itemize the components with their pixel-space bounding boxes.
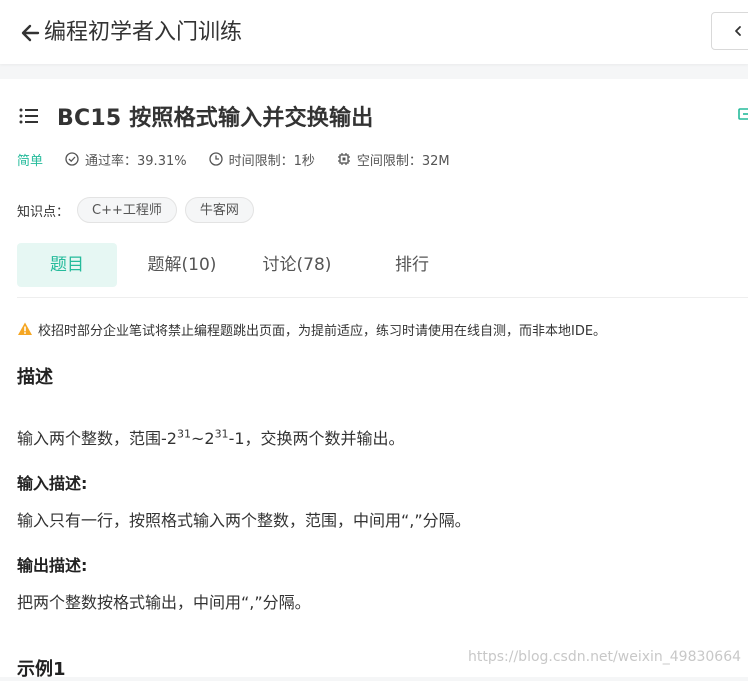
input-desc-title: 输入描述: — [17, 474, 88, 493]
tab-problem[interactable]: 题目 — [17, 243, 117, 287]
check-circle-icon — [65, 152, 79, 166]
difficulty-badge: 简单 — [17, 153, 44, 169]
back-link[interactable]: 编程初学者入门训练 — [20, 18, 242, 48]
list-icon — [19, 108, 38, 124]
chip-icon — [337, 153, 350, 165]
input-desc-text: 输入只有一行，按照格式输入两个整数，范围，中间用“,”分隔。 — [17, 511, 471, 530]
notice-text: 校招时部分企业笔试将禁止编程题跳出页面，为提前适应，练习时请使用在线自测，而非本… — [38, 323, 607, 339]
page-title: 编程初学者入门训练 — [44, 20, 243, 45]
problem-card: BC15 按照格式输入并交换输出 简单 通过率：39.31% 时间限制：1秒 空… — [0, 79, 748, 680]
pass-rate-text: 通过率：39.31% — [85, 153, 187, 169]
space-limit-text: 空间限制：32M — [356, 153, 450, 169]
tab-ranking[interactable]: 排行 — [362, 243, 462, 287]
arrow-left-icon[interactable] — [20, 23, 40, 43]
output-desc-title: 输出描述: — [17, 556, 88, 575]
clock-icon — [208, 152, 223, 166]
top-bar: 编程初学者入门训练 — [0, 0, 748, 64]
knowledge-tags: 知识点： C++工程师 牛客网 — [17, 196, 262, 224]
problem-title: BC15 按照格式输入并交换输出 — [57, 106, 374, 131]
description-text: 输入两个整数，范围-231~231-1，交换两个数并输出。 — [17, 425, 405, 449]
time-limit: 时间限制：1秒 — [208, 150, 315, 169]
description-title: 描述 — [17, 367, 53, 388]
desc-text-pre: 输入两个整数，范围-2 — [17, 429, 177, 448]
problem-header: BC15 按照格式输入并交换输出 — [18, 101, 373, 131]
output-desc-text: 把两个整数按格式输出，中间用“,”分隔。 — [17, 593, 311, 612]
problem-tabs: 题目 题解(10) 讨论(78) 排行 — [17, 243, 748, 298]
tab-discussion[interactable]: 讨论(78) — [247, 243, 347, 287]
desc-exponent-2: 31 — [214, 427, 229, 441]
exam-notice: 校招时部分企业笔试将禁止编程题跳出页面，为提前适应，练习时请使用在线自测，而非本… — [17, 319, 606, 339]
share-icon[interactable] — [738, 107, 748, 121]
time-limit-text: 时间限制：1秒 — [228, 153, 315, 169]
watermark: https://blog.csdn.net/weixin_49830664 — [468, 649, 742, 665]
desc-text-post: -1，交换两个数并输出。 — [228, 429, 405, 448]
pass-rate: 通过率：39.31% — [65, 150, 187, 169]
example-title: 示例1 — [17, 659, 66, 680]
desc-exponent-1: 31 — [176, 427, 191, 441]
problem-meta: 简单 通过率：39.31% 时间限制：1秒 空间限制：32M — [17, 149, 472, 169]
tag-nowcoder[interactable]: 牛客网 — [184, 197, 254, 223]
warning-icon — [18, 322, 32, 335]
space-limit: 空间限制：32M — [337, 150, 450, 169]
tag-cpp-engineer[interactable]: C++工程师 — [77, 197, 177, 223]
tags-label: 知识点： — [17, 204, 70, 220]
desc-text-mid: ~2 — [190, 429, 215, 448]
tab-solutions[interactable]: 题解(10) — [132, 243, 232, 287]
collapse-button[interactable] — [711, 12, 748, 50]
chevron-left-icon — [735, 26, 741, 36]
